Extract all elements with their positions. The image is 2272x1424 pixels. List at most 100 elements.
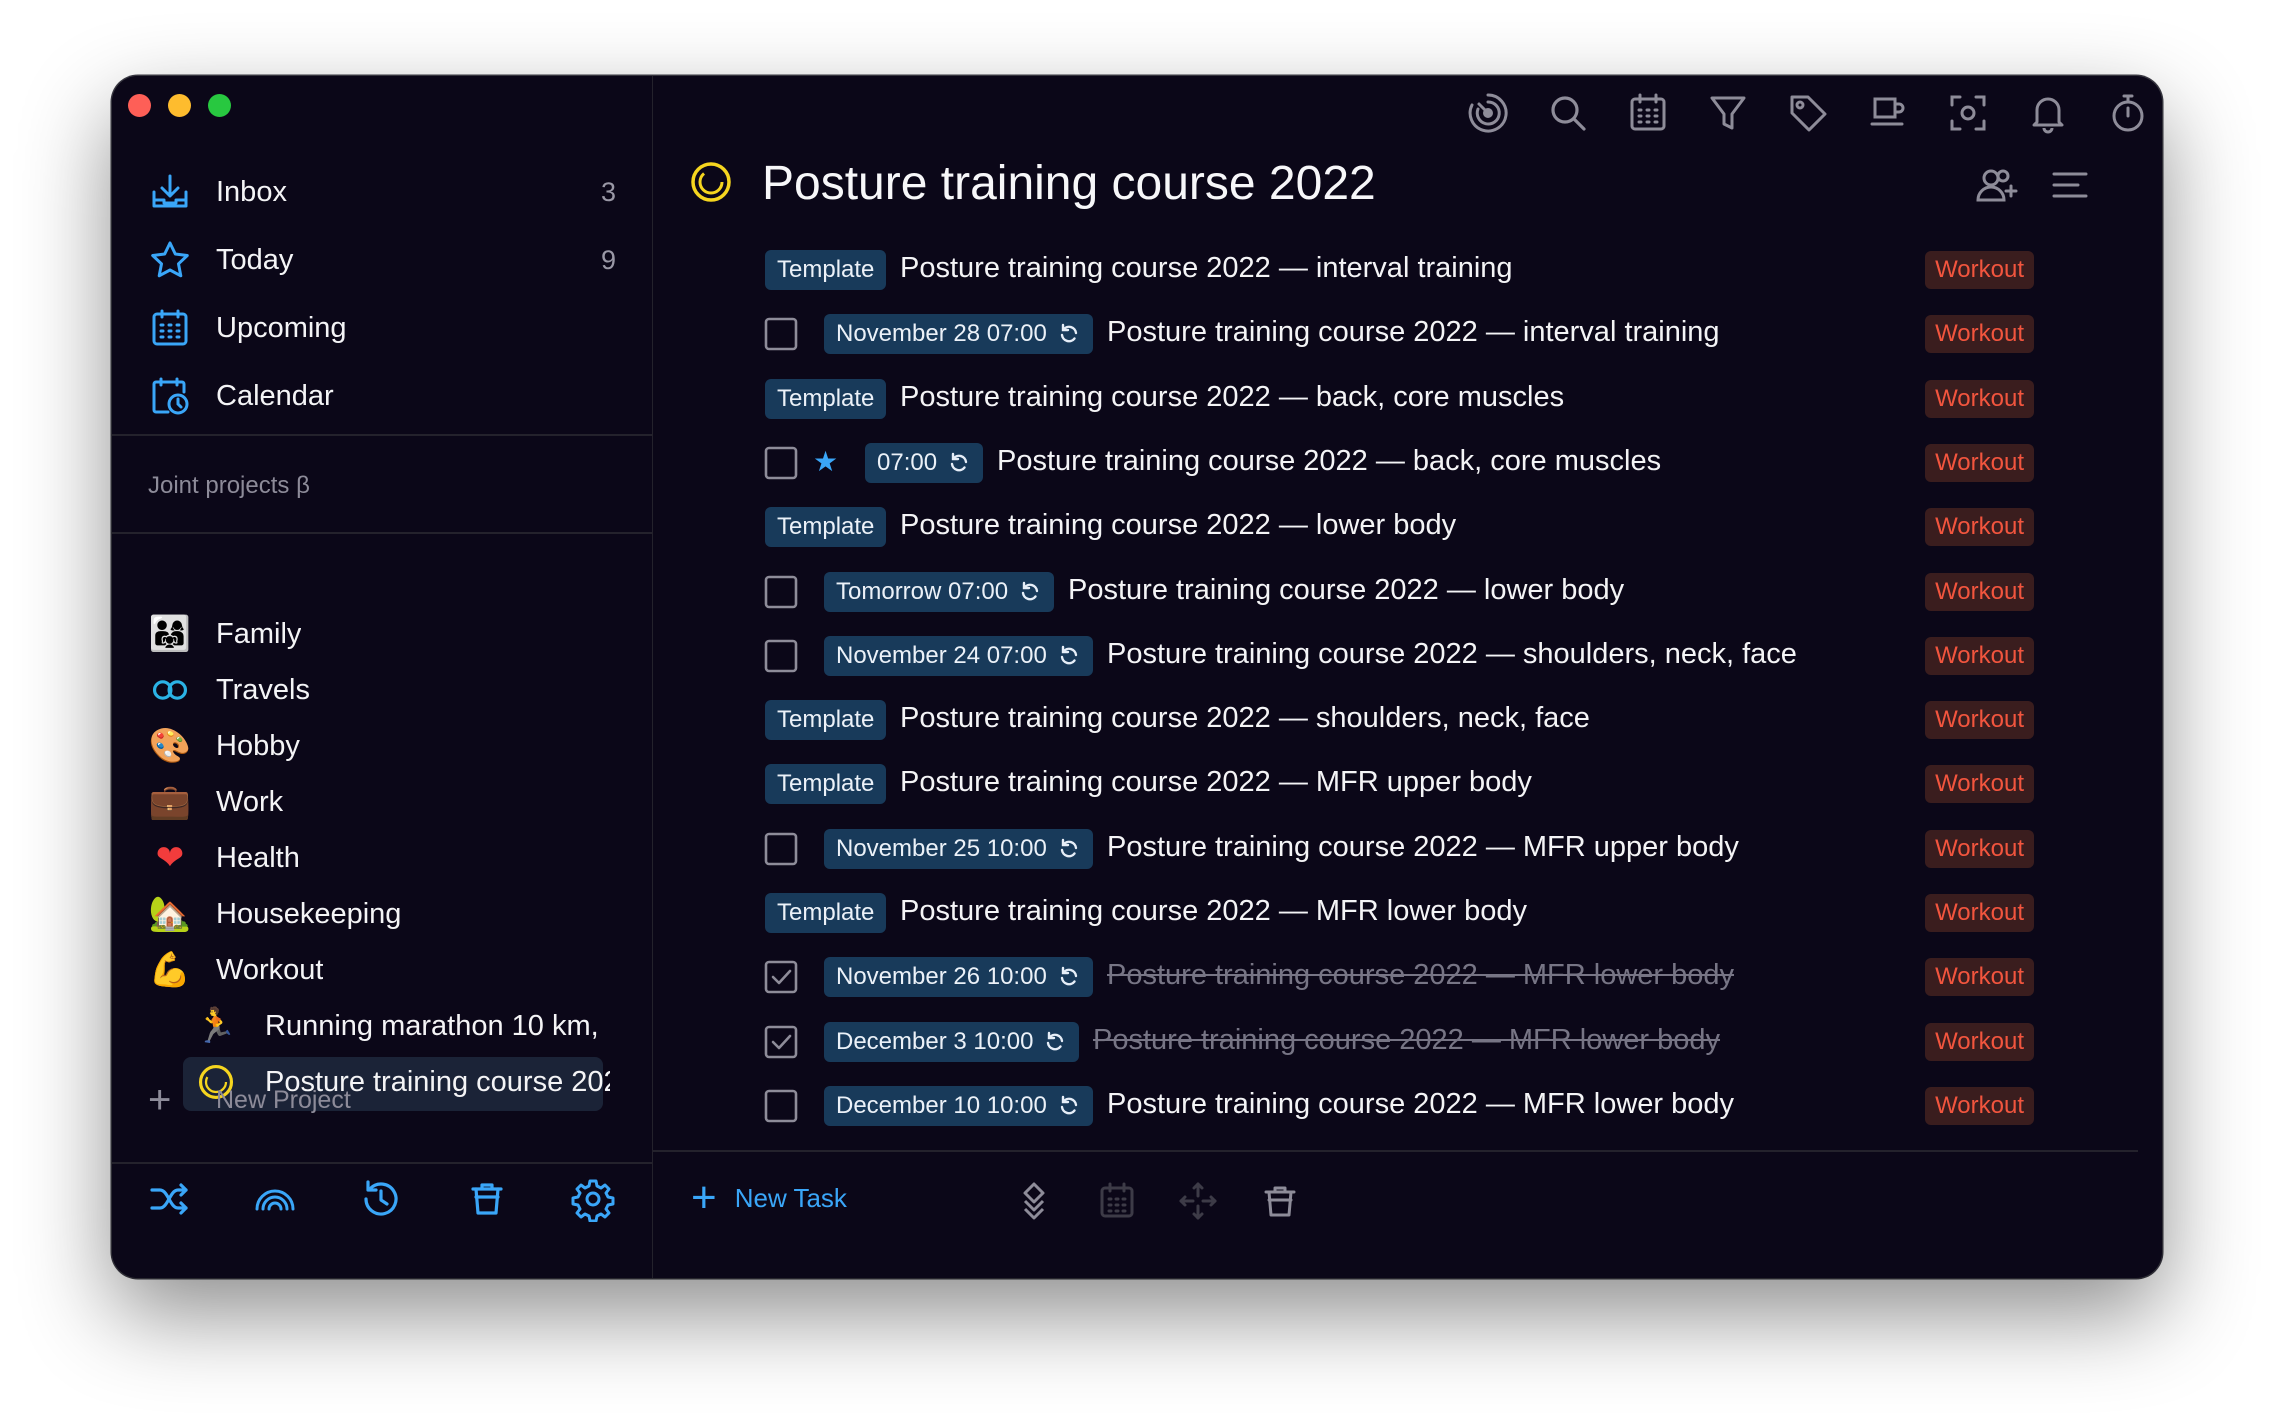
checkbox[interactable] [763, 638, 799, 674]
coffee-cup-icon[interactable] [1865, 90, 1911, 136]
due-date-badge[interactable]: Tomorrow 07:00 [824, 571, 1055, 612]
gear-icon[interactable] [570, 1176, 616, 1223]
due-date-badge[interactable]: November 24 07:00 [824, 635, 1093, 676]
template-badge[interactable]: Template [765, 507, 887, 548]
sidebar-item-work[interactable]: 💼 Work [112, 774, 652, 830]
sidebar-item-calendar[interactable]: Calendar [112, 362, 652, 430]
project-label: Running marathon 10 km, [265, 1009, 599, 1042]
calendar-grid-icon [148, 306, 192, 350]
zoom-window-button[interactable] [208, 94, 231, 117]
tag-badge[interactable]: Workout [1925, 636, 2034, 675]
template-badge[interactable]: Template [765, 250, 887, 290]
due-date-badge[interactable]: November 28 07:00 [824, 314, 1093, 355]
shuffle-icon[interactable] [146, 1176, 192, 1222]
calendar-icon[interactable] [1096, 1180, 1138, 1222]
tag-badge[interactable]: Workout [1925, 508, 2034, 547]
house-icon: 🏡 [148, 894, 192, 934]
tag-badge[interactable]: Workout [1925, 443, 2034, 482]
checkbox-checked[interactable] [763, 1024, 799, 1060]
task-row[interactable]: December 10 10:00 Posture training course… [653, 1074, 2162, 1138]
tag-badge[interactable]: Workout [1925, 379, 2034, 418]
sidebar-item-family[interactable]: 👨‍👩‍👧 Family [112, 606, 652, 662]
template-badge[interactable]: Template [765, 700, 887, 741]
due-date-badge[interactable]: December 3 10:00 [824, 1021, 1080, 1062]
priority-icon[interactable] [1013, 1180, 1055, 1222]
due-date-badge[interactable]: November 26 10:00 [824, 957, 1093, 998]
tag-badge[interactable]: Workout [1925, 829, 2034, 868]
task-row[interactable]: November 26 10:00 Posture training course… [653, 945, 2162, 1009]
joint-projects-header[interactable]: Joint projects β [148, 472, 310, 500]
move-icon[interactable] [1177, 1180, 1219, 1222]
project-list: 👨‍👩‍👧 Family Travels 🎨 Hobby 💼 Work ❤ He… [112, 606, 652, 1111]
sidebar-item-running-marathon[interactable]: 🏃 Running marathon 10 km, [112, 998, 652, 1054]
plus-icon: + [691, 1173, 717, 1222]
template-row[interactable]: Template Posture training course 2022 — M… [653, 752, 2162, 816]
sidebar-item-workout[interactable]: 💪 Workout [112, 942, 652, 998]
trash-icon[interactable] [464, 1176, 510, 1222]
tag-badge[interactable]: Workout [1925, 894, 2034, 932]
tag-badge[interactable]: Workout [1925, 572, 2034, 611]
sidebar-item-housekeeping[interactable]: 🏡 Housekeeping [112, 886, 652, 942]
stopwatch-icon[interactable] [2105, 90, 2151, 136]
filter-icon[interactable] [1705, 90, 1751, 136]
minimize-window-button[interactable] [168, 94, 191, 117]
history-icon[interactable] [358, 1176, 404, 1222]
repeat-icon [1018, 580, 1042, 604]
trash-icon[interactable] [1259, 1180, 1301, 1222]
tag-badge[interactable]: Workout [1925, 1086, 2034, 1125]
task-title: Posture training course 2022 — MFR lower… [1093, 1023, 1721, 1056]
search-icon[interactable] [1545, 90, 1591, 136]
sidebar-item-hobby[interactable]: 🎨 Hobby [112, 718, 652, 774]
bell-icon[interactable] [2025, 90, 2071, 136]
capture-icon[interactable] [1945, 90, 1991, 136]
due-date-badge[interactable]: December 10 10:00 [824, 1085, 1093, 1126]
add-member-icon[interactable] [1973, 162, 2019, 208]
sidebar-item-inbox[interactable]: Inbox 3 [112, 158, 652, 226]
sidebar: Inbox 3 Today 9 Upcoming Calendar Joint … [112, 76, 653, 1278]
tag-badge[interactable]: Workout [1925, 251, 2034, 289]
calendar-icon[interactable] [1625, 90, 1671, 136]
task-row[interactable]: November 28 07:00 Posture training course… [653, 302, 2162, 366]
template-badge[interactable]: Template [765, 378, 887, 419]
new-project-button[interactable]: + New Project [148, 1080, 351, 1120]
sidebar-item-today[interactable]: Today 9 [112, 226, 652, 294]
rainbow-icon[interactable] [252, 1176, 298, 1222]
checkbox[interactable] [763, 1088, 799, 1124]
task-row[interactable]: November 25 10:00 Posture training course… [653, 817, 2162, 881]
tag-icon[interactable] [1785, 90, 1831, 136]
sidebar-item-health[interactable]: ❤ Health [112, 830, 652, 886]
menu-lines-icon[interactable] [2047, 162, 2093, 208]
template-row[interactable]: Template Posture training course 2022 — b… [653, 367, 2162, 431]
close-window-button[interactable] [128, 94, 151, 117]
due-date-badge[interactable]: November 25 10:00 [824, 828, 1093, 869]
task-title: Posture training course 2022 — shoulders… [1107, 637, 1797, 670]
checkbox[interactable] [763, 316, 799, 352]
task-row[interactable]: Tomorrow 07:00 Posture training course 20… [653, 560, 2162, 624]
checkbox-checked[interactable] [763, 959, 799, 995]
tag-badge[interactable]: Workout [1925, 765, 2034, 804]
checkbox[interactable] [763, 574, 799, 610]
task-row[interactable]: November 24 07:00 Posture training course… [653, 624, 2162, 688]
template-row[interactable]: Template Posture training course 2022 — i… [653, 238, 2162, 302]
template-row[interactable]: Template Posture training course 2022 — M… [653, 881, 2162, 945]
template-badge[interactable]: Template [765, 893, 887, 933]
checkbox[interactable] [763, 831, 799, 867]
badge-label: Template [777, 899, 875, 926]
checkbox[interactable] [763, 445, 799, 481]
tag-badge[interactable]: Workout [1925, 958, 2034, 997]
sidebar-item-upcoming[interactable]: Upcoming [112, 294, 652, 362]
tag-badge[interactable]: Workout [1925, 701, 2034, 740]
new-task-button[interactable]: + New Task [691, 1176, 847, 1220]
template-row[interactable]: Template Posture training course 2022 — l… [653, 495, 2162, 559]
tag-badge[interactable]: Workout [1925, 315, 2034, 354]
project-label: Family [216, 617, 302, 650]
template-row[interactable]: Template Posture training course 2022 — s… [653, 688, 2162, 752]
focus-ring-icon[interactable] [1465, 90, 1511, 136]
due-date-badge[interactable]: 07:00 [865, 442, 984, 483]
repeat-icon [1057, 1094, 1081, 1118]
template-badge[interactable]: Template [765, 764, 887, 805]
sidebar-item-travels[interactable]: Travels [112, 662, 652, 718]
tag-badge[interactable]: Workout [1925, 1022, 2034, 1061]
task-row[interactable]: ★ 07:00 Posture training course 2022 — bac… [653, 431, 2162, 495]
task-row[interactable]: December 3 10:00 Posture training course … [653, 1010, 2162, 1074]
